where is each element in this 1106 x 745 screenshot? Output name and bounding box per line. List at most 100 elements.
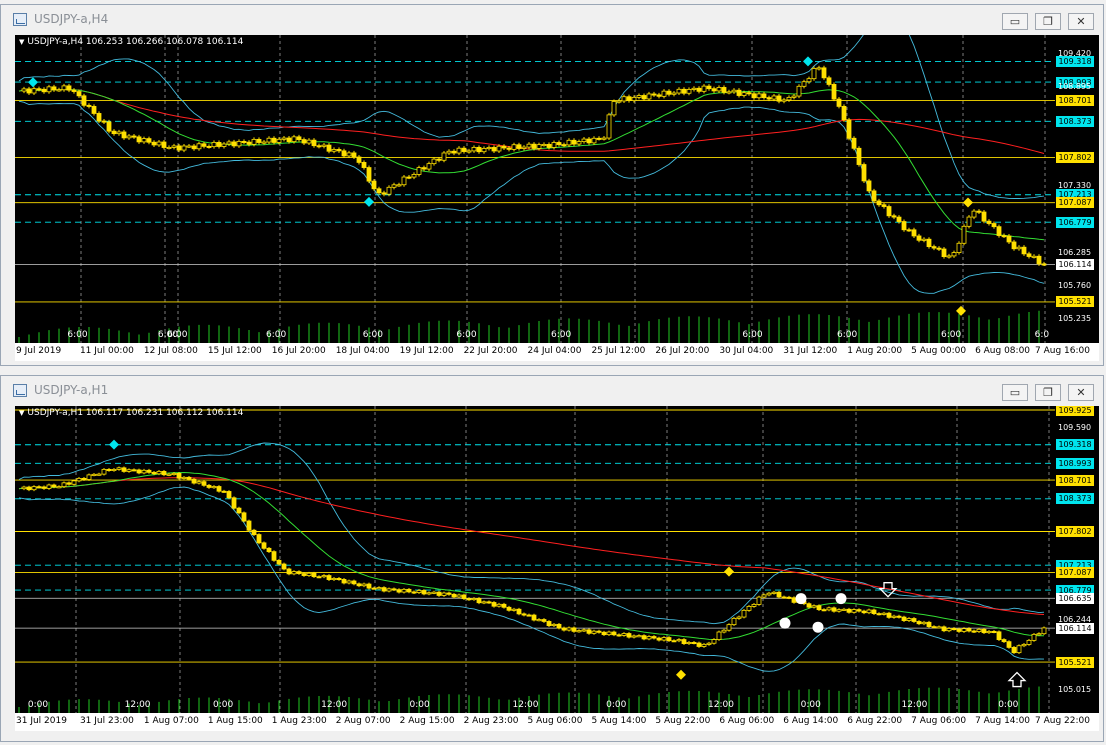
h1-candlestick-chart[interactable]: ▼ USDJPY-a,H1 106.117 106.231 106.112 106… <box>15 406 1055 713</box>
candle-body <box>101 468 107 475</box>
date-label: 25 Jul 12:00 <box>591 346 646 356</box>
candle-body <box>56 89 62 92</box>
candle-body <box>556 142 562 145</box>
candle-body <box>606 631 612 636</box>
candle-body <box>36 88 42 91</box>
candle-body <box>821 609 827 612</box>
candle-body <box>1021 246 1027 255</box>
candle-body <box>456 594 462 598</box>
candle-body <box>691 642 697 645</box>
date-label: 26 Jul 20:00 <box>655 346 710 356</box>
candle-body <box>941 248 947 257</box>
minimize-button[interactable]: ▭ <box>1002 13 1028 30</box>
h4-time-axis[interactable]: 9 Jul 2019 11 Jul 00:00 12 Jul 08:00 15 Jul… <box>15 343 1099 361</box>
candle-body <box>661 90 667 97</box>
candle-body <box>586 629 592 634</box>
date-label: 7 Aug 06:00 <box>911 716 967 726</box>
candle-body <box>361 162 367 168</box>
time-gridlabel: 6:00 <box>67 330 88 340</box>
candle-body <box>411 174 417 178</box>
candle-body <box>36 486 42 489</box>
candle-body <box>431 158 437 165</box>
candle-body <box>306 572 312 576</box>
candle-body <box>1031 255 1037 258</box>
h4-candlestick-chart[interactable]: ▼ USDJPY-a,H4 106.253 106.266 106.078 106… <box>15 35 1055 343</box>
date-label: 6 Aug 22:00 <box>847 716 903 726</box>
candle-body <box>491 602 497 607</box>
candle-body <box>591 137 597 144</box>
candle-body <box>611 631 617 636</box>
candle-body <box>876 613 882 616</box>
candle-body <box>266 547 272 553</box>
h1-window-titlebar[interactable]: USDJPY-a,H1 ▭ ❐ ✕ <box>1 376 1103 404</box>
fast-ma-line <box>18 88 1045 241</box>
candle-body <box>206 145 212 148</box>
fractal-marker <box>724 566 734 577</box>
candle-body <box>356 156 362 163</box>
candle-body <box>371 587 377 590</box>
candle-body <box>706 85 712 90</box>
candle-body <box>766 592 772 596</box>
candle-body <box>176 145 182 151</box>
candle-body <box>1011 241 1017 250</box>
candle-body <box>791 95 797 98</box>
candle-body <box>446 592 452 595</box>
candle-body <box>196 481 202 484</box>
candle-body <box>46 86 52 93</box>
candle-body <box>756 93 762 99</box>
candle-body <box>446 150 452 154</box>
candle-body <box>146 469 152 473</box>
date-label: 1 Aug 15:00 <box>207 716 263 726</box>
price-label: 108.993 <box>1056 457 1094 469</box>
candle-body <box>566 139 572 146</box>
candle-body <box>801 81 807 87</box>
date-label: 9 Jul 2019 <box>16 346 62 356</box>
time-gridlabel: 0:00 <box>409 700 430 710</box>
date-label: 5 Aug 06:00 <box>527 716 583 726</box>
candle-body <box>106 468 112 471</box>
candle-body <box>926 238 932 248</box>
restore-button[interactable]: ❐ <box>1035 13 1061 30</box>
candle-body <box>351 580 357 585</box>
candle-body <box>856 147 862 165</box>
time-gridlabel: 12:00 <box>124 700 151 710</box>
candle-body <box>51 484 57 488</box>
candle-body <box>461 594 467 600</box>
candle-body <box>336 149 342 152</box>
candle-body <box>836 98 842 107</box>
candle-body <box>666 637 672 642</box>
date-label: 15 Jul 12:00 <box>207 346 262 356</box>
close-button[interactable]: ✕ <box>1068 13 1094 30</box>
candle-body <box>896 216 902 222</box>
candle-body <box>1036 633 1042 636</box>
candle-body <box>576 630 582 633</box>
close-button[interactable]: ✕ <box>1068 384 1094 401</box>
candle-body <box>461 147 467 152</box>
candle-body <box>526 143 532 148</box>
price-label: 106.114 <box>1056 622 1094 634</box>
candle-body <box>861 164 867 182</box>
restore-button[interactable]: ❐ <box>1035 384 1061 401</box>
h1-time-axis[interactable]: 31 Jul 2019 31 Jul 23:00 1 Aug 07:00 1 Aug … <box>15 713 1099 731</box>
date-label: 7 Aug 22:00 <box>1035 716 1090 726</box>
h4-window-titlebar[interactable]: USDJPY-a,H4 ▭ ❐ ✕ <box>1 5 1103 33</box>
candle-body <box>326 575 332 580</box>
minimize-button[interactable]: ▭ <box>1002 384 1028 401</box>
price-label: 105.521 <box>1056 296 1094 308</box>
candle-body <box>871 609 877 614</box>
date-label: 2 Aug 23:00 <box>463 716 519 726</box>
candle-body <box>881 612 887 615</box>
candle-body <box>586 138 592 144</box>
top-chart-canvas <box>15 35 1055 343</box>
candle-body <box>866 180 872 192</box>
h4-window-title: USDJPY-a,H4 <box>34 12 109 26</box>
h4-price-scale[interactable]: 109.420 109.318 108.993 108.895 108.701 108.3… <box>1055 35 1099 343</box>
date-label: 2 Aug 07:00 <box>335 716 391 726</box>
candle-body <box>471 146 477 152</box>
candle-body <box>161 470 167 476</box>
h1-price-scale[interactable]: 109.925 109.590 109.318 108.993 108.701 108.3… <box>1055 406 1099 713</box>
candle-body <box>526 614 532 617</box>
candle-body <box>761 93 767 98</box>
candle-body <box>361 583 367 587</box>
time-gridlabel: 6:00 <box>362 330 383 340</box>
